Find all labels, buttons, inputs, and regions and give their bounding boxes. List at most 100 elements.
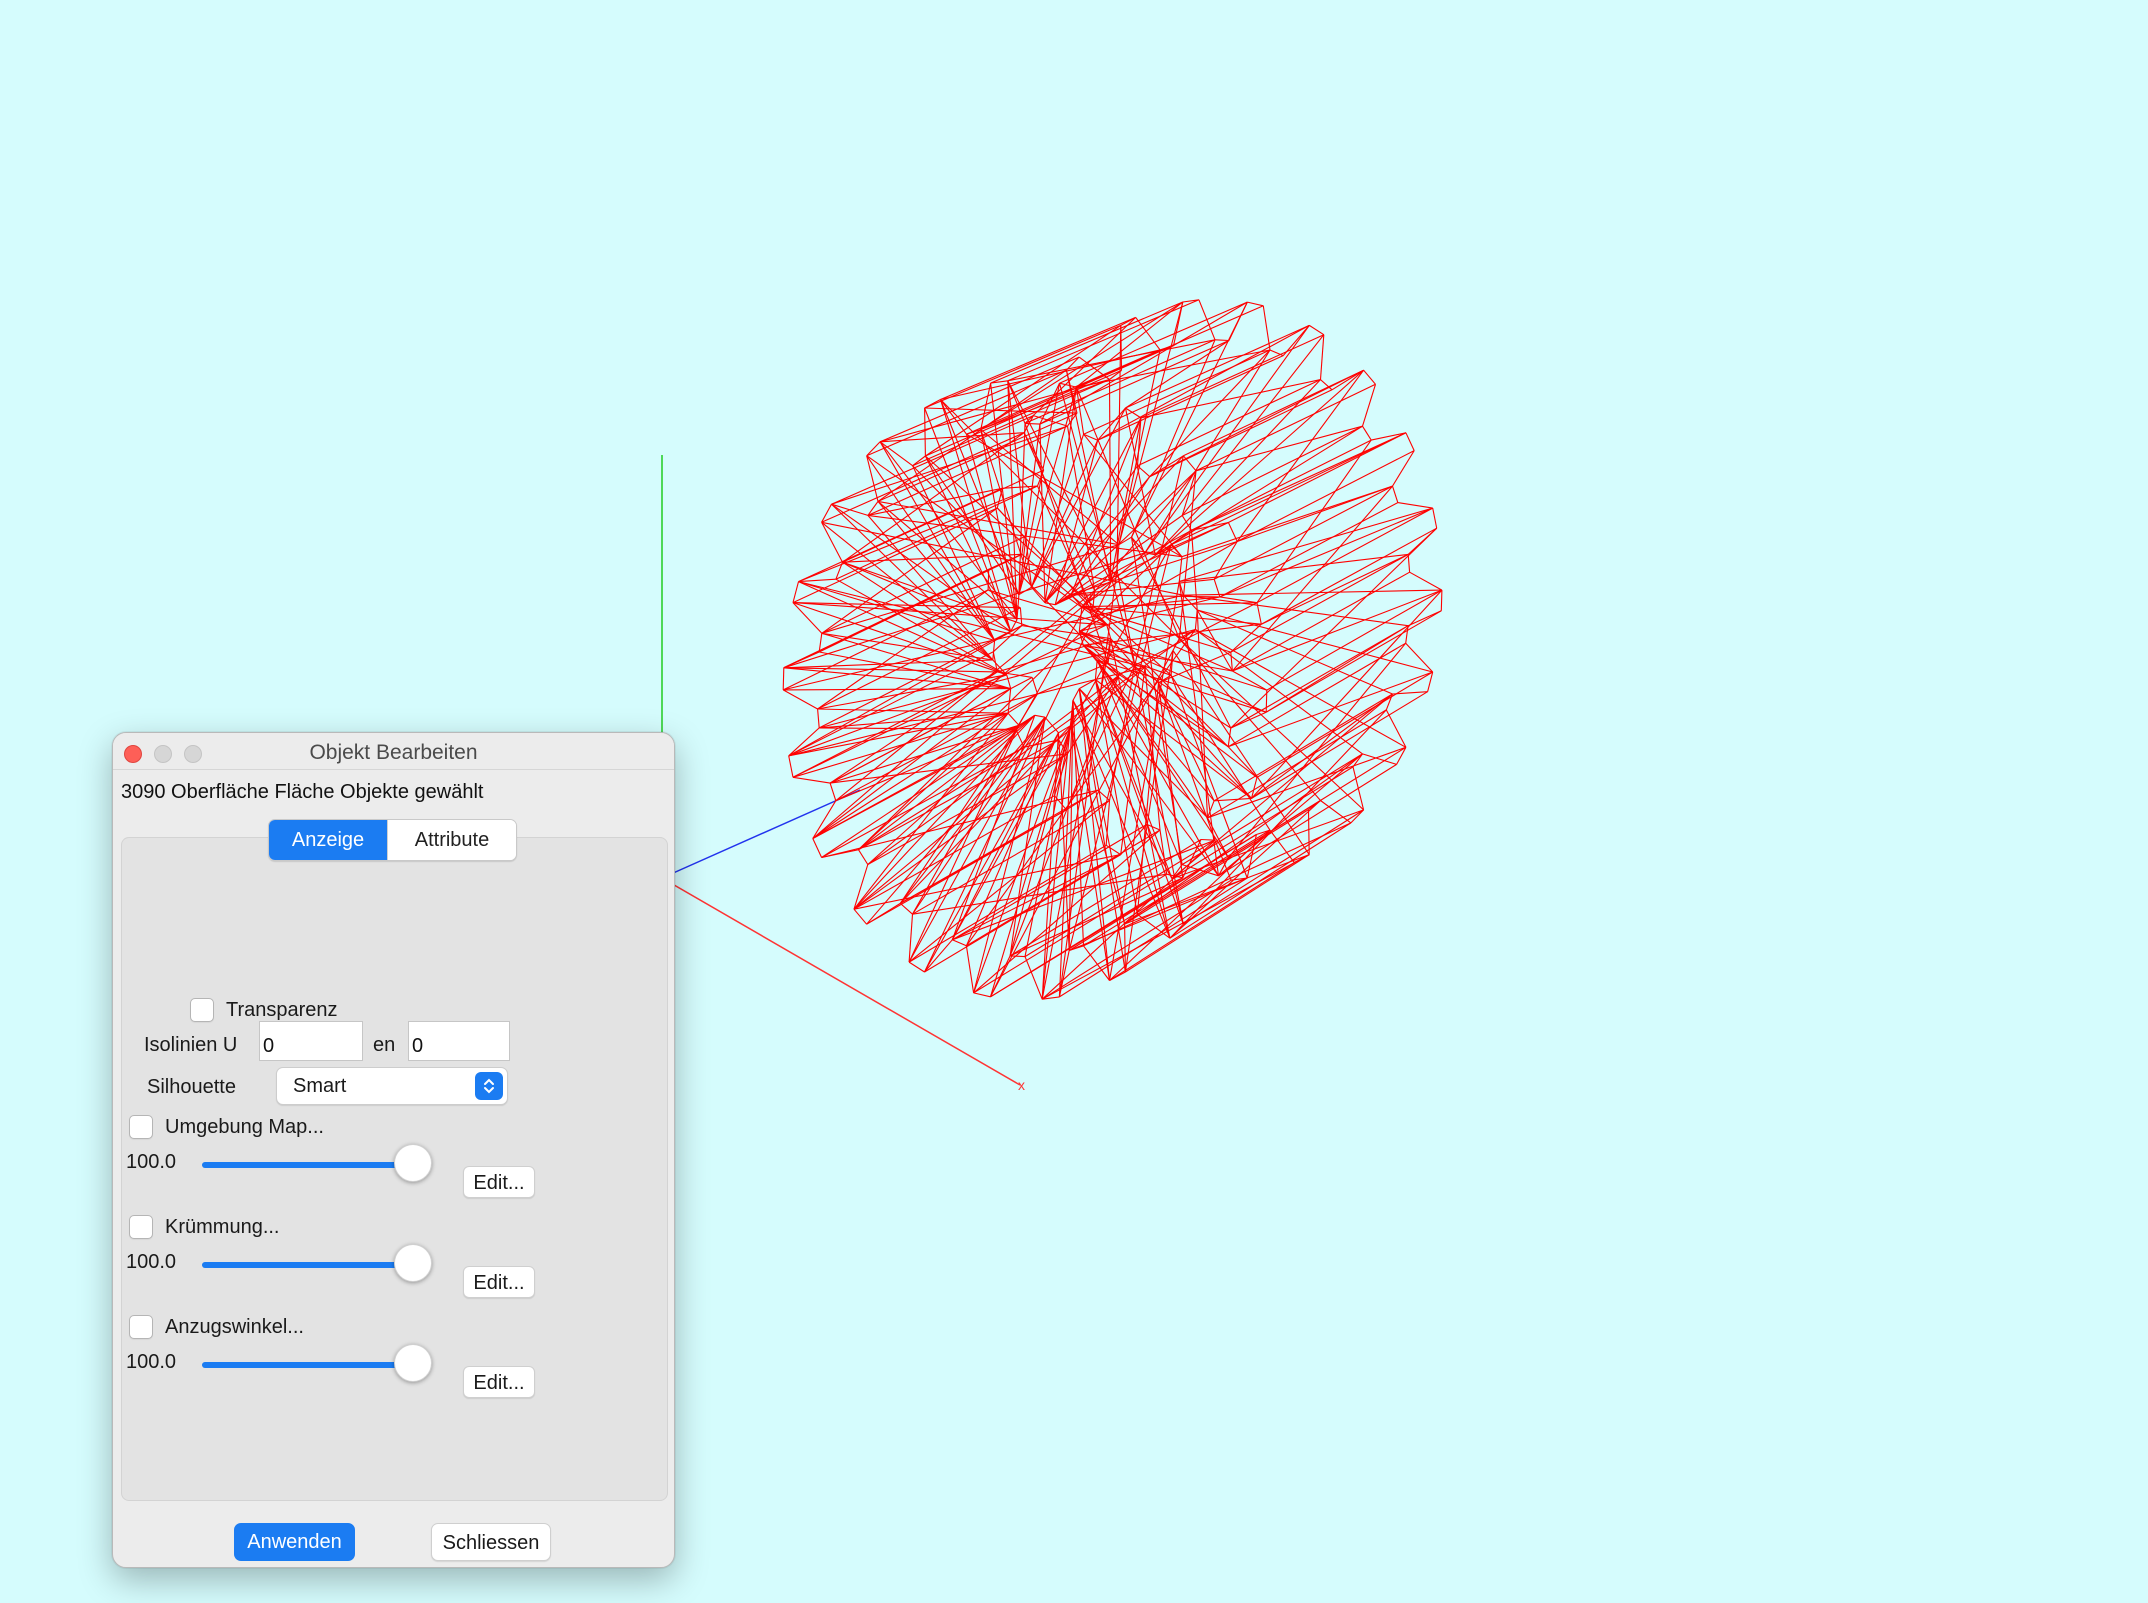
environment-map-checkbox[interactable] — [129, 1115, 153, 1139]
wireframe-edge — [1149, 349, 1271, 477]
wireframe-edge — [1247, 301, 1264, 307]
wireframe-edge — [877, 500, 1119, 546]
slider-knob[interactable] — [394, 1344, 432, 1382]
wireframe-edge — [899, 902, 913, 915]
wireframe-edge — [1236, 369, 1365, 542]
wireframe-edge — [1181, 485, 1393, 558]
wireframe-edge — [792, 581, 800, 603]
wireframe-edge — [821, 522, 843, 563]
wireframe-edge — [1266, 589, 1443, 691]
slider-fill — [202, 1262, 413, 1268]
environment-map-value: 100.0 — [126, 1151, 177, 1173]
wireframe-edge — [783, 688, 1011, 691]
curvature-label: Krümmung... — [165, 1216, 280, 1238]
wireframe-edge — [1265, 690, 1268, 713]
wireframe-edge — [788, 625, 1023, 757]
wireframe-edge — [908, 961, 925, 973]
wireframe-edge — [1190, 530, 1198, 611]
wireframe-edge — [1265, 610, 1442, 713]
updown-chevron-icon — [475, 1072, 503, 1100]
wireframe-edge — [1195, 383, 1376, 472]
wireframe-edge — [1219, 596, 1258, 604]
wireframe-edge — [1183, 589, 1442, 596]
transparency-label: Transparenz — [226, 999, 338, 1021]
silhouette-label: Silhouette — [147, 1076, 236, 1098]
environment-map-edit-button[interactable]: Edit... — [463, 1166, 535, 1198]
isolines-u-label: Isolinien U — [144, 1034, 238, 1056]
wireframe-edge — [812, 838, 823, 858]
wireframe-edge — [1218, 763, 1397, 877]
gear-wireframe-model[interactable] — [782, 299, 1443, 1000]
wireframe-edge — [1319, 334, 1325, 380]
wireframe-edge — [867, 514, 1182, 558]
close-button[interactable]: Schliessen — [431, 1523, 551, 1561]
curvature-slider[interactable] — [202, 1244, 432, 1282]
slider-knob[interactable] — [394, 1244, 432, 1282]
wireframe-edge — [1371, 432, 1407, 441]
wireframe-edge — [782, 667, 785, 690]
wireframe-edge — [1214, 797, 1252, 802]
draft-angle-edit-button[interactable]: Edit... — [463, 1366, 535, 1398]
wireframe-edge — [819, 727, 1016, 730]
wireframe-edge — [1405, 432, 1415, 451]
wireframe-edge — [1362, 425, 1372, 441]
wireframe-edge — [783, 659, 993, 669]
wireframe-edge — [1072, 688, 1080, 701]
wireframe-edge — [1191, 439, 1372, 531]
wireframe-edge — [1432, 507, 1438, 529]
wireframe-edge — [1179, 553, 1409, 582]
wireframe-edge — [908, 725, 1020, 963]
environment-map-slider[interactable] — [202, 1144, 432, 1182]
wireframe-edge — [1024, 423, 1109, 664]
wireframe-edge — [1363, 369, 1376, 385]
wireframe-edge — [1228, 432, 1407, 523]
draft-angle-checkbox[interactable] — [129, 1315, 153, 1339]
isolines-v-input[interactable] — [408, 1021, 510, 1061]
wireframe-edge — [858, 849, 869, 865]
title-bar[interactable]: Objekt Bearbeiten — [113, 733, 674, 770]
wireframe-edge — [788, 755, 794, 778]
wireframe-edge — [1183, 594, 1409, 627]
wireframe-edge — [1059, 382, 1077, 388]
wireframe-edge — [973, 992, 991, 998]
isolines-u-input[interactable] — [259, 1021, 363, 1061]
wireframe-edge — [1108, 379, 1112, 582]
tab-anzeige[interactable]: Anzeige — [269, 820, 387, 860]
draft-angle-slider[interactable] — [202, 1344, 432, 1382]
wireframe-edge — [821, 432, 1025, 523]
wireframe-edge — [1397, 502, 1433, 509]
slider-fill — [202, 1162, 413, 1168]
wireframe-edge — [1034, 714, 1046, 718]
wireframe-edge — [1195, 629, 1363, 755]
wireframe-edge — [1195, 629, 1407, 748]
wireframe-edge — [1407, 610, 1442, 627]
wireframe-edge — [1200, 838, 1216, 841]
window-title: Objekt Bearbeiten — [309, 741, 478, 764]
z-axis — [661, 789, 861, 879]
wireframe-edge — [1154, 369, 1364, 556]
wireframe-edge — [817, 708, 820, 728]
wireframe-edge — [858, 712, 1009, 851]
wireframe-edge — [924, 407, 926, 457]
transparency-checkbox[interactable] — [190, 998, 214, 1022]
slider-knob[interactable] — [394, 1144, 432, 1182]
wireframe-edge — [1079, 679, 1096, 690]
tab-attribute[interactable]: Attribute — [387, 820, 516, 860]
wireframe-edge — [1232, 589, 1443, 672]
wireframe-edge — [1214, 339, 1230, 342]
wireframe-edge — [965, 945, 975, 993]
isolines-v-label: en — [373, 1034, 396, 1056]
curvature-edit-button[interactable]: Edit... — [463, 1266, 535, 1298]
wireframe-edge — [1256, 439, 1372, 604]
wireframe-edge — [798, 485, 1038, 583]
wireframe-edge — [812, 693, 1038, 839]
wireframe-edge — [788, 651, 994, 757]
wireframe-edge — [1015, 729, 1025, 748]
wireframe-edge — [940, 399, 967, 435]
apply-button[interactable]: Anwenden — [234, 1523, 355, 1561]
silhouette-select[interactable]: Smart — [276, 1067, 508, 1105]
wireframe-edge — [1409, 571, 1443, 591]
wireframe-edge — [1307, 809, 1310, 855]
curvature-checkbox[interactable] — [129, 1215, 153, 1239]
wireframe-edge — [879, 441, 1018, 620]
